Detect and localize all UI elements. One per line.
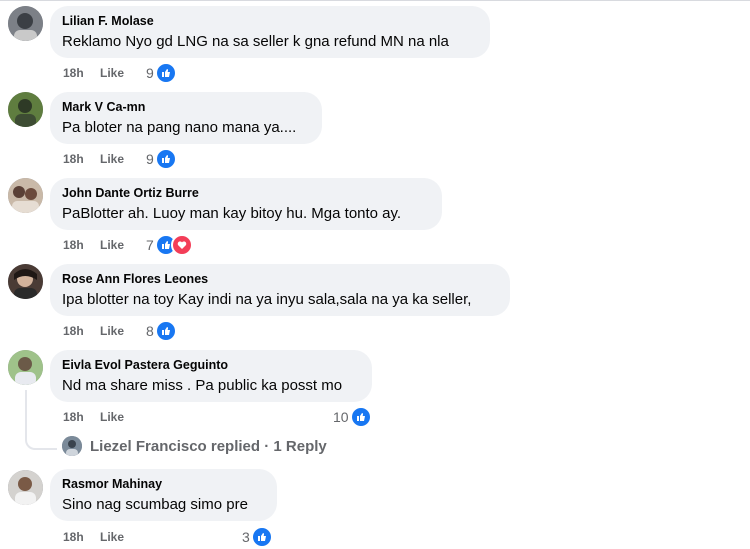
comment-text: Reklamo Nyo gd LNG na sa seller k gna re… bbox=[62, 33, 449, 50]
comment-text: PaBlotter ah. Luoy man kay bitoy hu. Mga… bbox=[62, 205, 402, 222]
reply-thread-line bbox=[25, 390, 57, 450]
comment-author[interactable]: Eivla Evol Pastera Geguinto bbox=[62, 357, 360, 373]
comment-time[interactable]: 18h bbox=[63, 530, 84, 544]
comment-text: Nd ma share miss . Pa public ka posst mo bbox=[62, 377, 343, 394]
replier-avatar bbox=[62, 436, 82, 456]
reaction-count: 9 bbox=[146, 151, 154, 167]
reaction-summary[interactable]: 8 bbox=[146, 320, 177, 342]
reaction-count: 9 bbox=[146, 65, 154, 81]
comment-time[interactable]: 18h bbox=[63, 66, 84, 80]
like-reaction-icon bbox=[154, 148, 177, 170]
reaction-summary[interactable]: 9 bbox=[146, 148, 177, 170]
like-reaction-icon bbox=[154, 320, 177, 342]
like-reaction-icon bbox=[250, 526, 273, 548]
reaction-count: 8 bbox=[146, 323, 154, 339]
like-button[interactable]: Like bbox=[100, 324, 124, 338]
comment-time[interactable]: 18h bbox=[63, 410, 84, 424]
top-divider bbox=[0, 0, 750, 1]
like-button[interactable]: Like bbox=[100, 66, 124, 80]
reaction-summary[interactable]: 9 bbox=[146, 62, 177, 84]
avatar[interactable] bbox=[8, 178, 43, 213]
comment-time[interactable]: 18h bbox=[63, 152, 84, 166]
avatar[interactable] bbox=[8, 92, 43, 127]
comment-bubble: Lilian F. Molase Reklamo Nyo gd LNG na s… bbox=[50, 6, 490, 58]
reaction-summary[interactable]: 7 bbox=[146, 234, 193, 256]
reaction-summary[interactable]: 3 bbox=[242, 526, 273, 548]
comment-author[interactable]: Rasmor Mahinay bbox=[62, 476, 265, 492]
comment-author[interactable]: Lilian F. Molase bbox=[62, 13, 478, 29]
comment-text: Ipa blotter na toy Kay indi na ya inyu s… bbox=[62, 291, 472, 308]
avatar[interactable] bbox=[8, 470, 43, 505]
comment-author[interactable]: Mark V Ca-mn bbox=[62, 99, 310, 115]
love-reaction-icon bbox=[170, 234, 193, 256]
like-reaction-icon bbox=[154, 62, 177, 84]
comment-time[interactable]: 18h bbox=[63, 324, 84, 338]
comment-author[interactable]: Rose Ann Flores Leones bbox=[62, 271, 498, 287]
like-reaction-icon bbox=[349, 406, 372, 428]
comment-bubble: Rose Ann Flores Leones Ipa blotter na to… bbox=[50, 264, 510, 316]
avatar[interactable] bbox=[8, 6, 43, 41]
comment-bubble: Mark V Ca-mn Pa bloter na pang nano mana… bbox=[50, 92, 322, 144]
like-button[interactable]: Like bbox=[100, 530, 124, 544]
comment-bubble: Rasmor Mahinay Sino nag scumbag simo pre bbox=[50, 469, 277, 521]
reply-summary-text[interactable]: Liezel Francisco replied · 1 Reply bbox=[90, 438, 327, 455]
like-button[interactable]: Like bbox=[100, 238, 124, 252]
comment-author[interactable]: John Dante Ortiz Burre bbox=[62, 185, 430, 201]
like-button[interactable]: Like bbox=[100, 410, 124, 424]
view-replies-link[interactable]: Liezel Francisco replied · 1 Reply bbox=[62, 436, 327, 456]
avatar[interactable] bbox=[8, 264, 43, 299]
comment-text: Pa bloter na pang nano mana ya.... bbox=[62, 119, 297, 136]
like-button[interactable]: Like bbox=[100, 152, 124, 166]
comment-time[interactable]: 18h bbox=[63, 238, 84, 252]
avatar[interactable] bbox=[8, 350, 43, 385]
reaction-count: 7 bbox=[146, 237, 154, 253]
comment-bubble: John Dante Ortiz Burre PaBlotter ah. Luo… bbox=[50, 178, 442, 230]
reaction-count: 10 bbox=[333, 409, 349, 425]
reaction-summary[interactable]: 10 bbox=[333, 406, 372, 428]
comment-bubble: Eivla Evol Pastera Geguinto Nd ma share … bbox=[50, 350, 372, 402]
comment-text: Sino nag scumbag simo pre bbox=[62, 496, 248, 513]
reaction-count: 3 bbox=[242, 529, 250, 545]
